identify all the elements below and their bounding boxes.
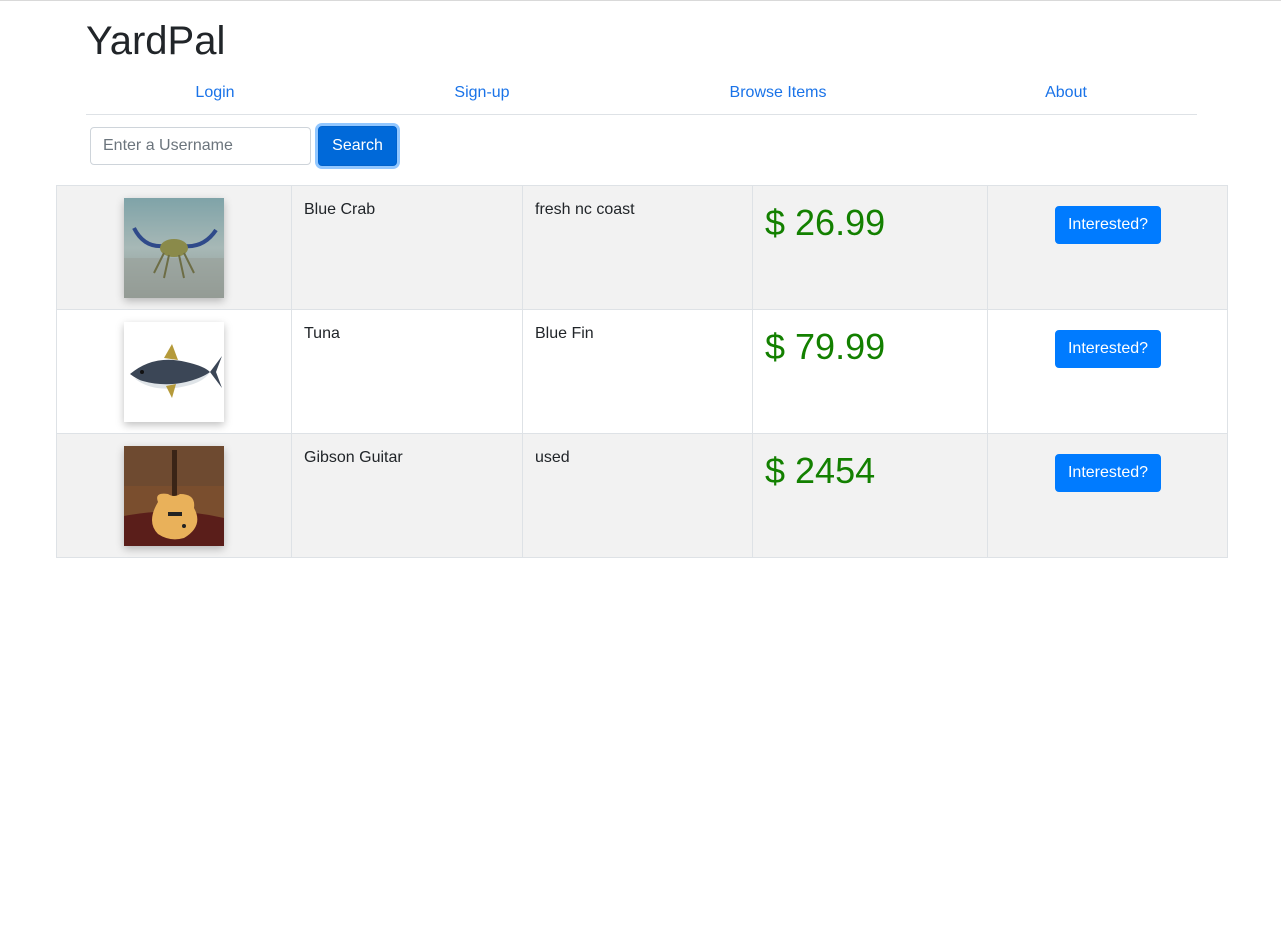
search-button[interactable]: Search <box>318 126 397 166</box>
item-price: $ 26.99 <box>765 202 886 243</box>
nav-signup-link[interactable]: Sign-up <box>454 84 509 102</box>
item-action-cell: Interested? <box>987 433 1228 558</box>
interested-button[interactable]: Interested? <box>1055 454 1161 492</box>
table-row: Blue Crab fresh nc coast $ 26.99 Interes… <box>56 185 1228 310</box>
table-row: Tuna Blue Fin $ 79.99 Interested? <box>56 309 1228 434</box>
top-border <box>0 0 1281 1</box>
interested-button[interactable]: Interested? <box>1055 206 1161 244</box>
item-image-cell <box>56 309 292 434</box>
main-nav: Login Sign-up Browse Items About <box>86 80 1197 115</box>
table-row: Gibson Guitar used $ 2454 Interested? <box>56 433 1228 558</box>
item-price: $ 79.99 <box>765 326 886 367</box>
interested-button[interactable]: Interested? <box>1055 330 1161 368</box>
item-description: used <box>535 449 570 466</box>
site-title: YardPal <box>86 19 226 63</box>
username-search-input[interactable] <box>90 127 311 165</box>
items-table: Blue Crab fresh nc coast $ 26.99 Interes… <box>56 185 1228 558</box>
item-description: fresh nc coast <box>535 201 635 218</box>
item-price-cell: $ 2454 <box>752 433 988 558</box>
item-action-cell: Interested? <box>987 185 1228 310</box>
item-name: Gibson Guitar <box>304 449 403 466</box>
item-description-cell: Blue Fin <box>522 309 753 434</box>
blue-crab-image <box>124 198 224 298</box>
tuna-image <box>124 322 224 422</box>
item-name-cell: Blue Crab <box>291 185 523 310</box>
item-description-cell: fresh nc coast <box>522 185 753 310</box>
item-image-cell <box>56 433 292 558</box>
item-name: Tuna <box>304 325 340 342</box>
item-action-cell: Interested? <box>987 309 1228 434</box>
item-image-cell <box>56 185 292 310</box>
item-description: Blue Fin <box>535 325 594 342</box>
item-price-cell: $ 26.99 <box>752 185 988 310</box>
item-name-cell: Tuna <box>291 309 523 434</box>
guitar-image <box>124 446 224 546</box>
item-price: $ 2454 <box>765 450 876 491</box>
nav-about-link[interactable]: About <box>1045 84 1087 102</box>
nav-login-link[interactable]: Login <box>195 84 234 102</box>
item-description-cell: used <box>522 433 753 558</box>
item-name-cell: Gibson Guitar <box>291 433 523 558</box>
item-price-cell: $ 79.99 <box>752 309 988 434</box>
item-name: Blue Crab <box>304 201 376 218</box>
nav-browse-items-link[interactable]: Browse Items <box>730 84 827 102</box>
